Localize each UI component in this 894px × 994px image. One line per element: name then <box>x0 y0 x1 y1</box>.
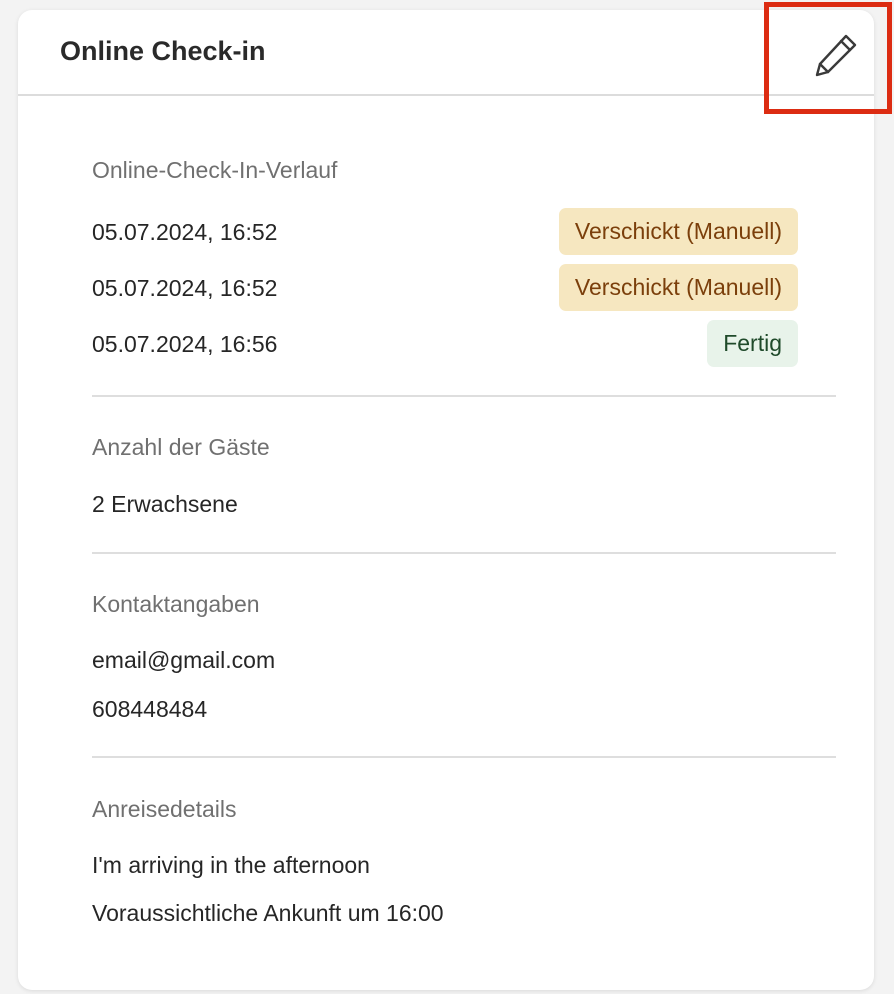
guests-label: Anzahl der Gäste <box>92 434 270 460</box>
pencil-icon <box>815 34 857 77</box>
guests-value: 2 Erwachsene <box>92 491 238 517</box>
arrival-note: I'm arriving in the afternoon <box>92 852 370 878</box>
online-checkin-card: Online Check-in Online-Check-In-Verlauf … <box>18 10 874 990</box>
contact-label: Kontaktangaben <box>92 591 260 617</box>
status-badge: Verschickt (Manuell) <box>558 264 798 311</box>
card-title: Online Check-in <box>60 36 266 66</box>
card-header: Online Check-in <box>18 10 874 96</box>
edit-button[interactable] <box>764 2 892 114</box>
history-label: Online-Check-In-Verlauf <box>92 157 338 183</box>
contact-phone: 608448484 <box>92 696 208 722</box>
section-divider <box>92 552 836 554</box>
arrival-label: Anreisedetails <box>92 796 237 822</box>
history-timestamp: 05.07.2024, 16:56 <box>92 331 278 357</box>
contact-email: email@gmail.com <box>92 647 276 673</box>
section-divider <box>92 395 836 397</box>
arrival-eta: Voraussichtliche Ankunft um 16:00 <box>92 900 444 926</box>
history-timestamp: 05.07.2024, 16:52 <box>92 219 278 245</box>
status-badge: Verschickt (Manuell) <box>558 208 798 255</box>
section-divider <box>92 756 836 758</box>
history-timestamp: 05.07.2024, 16:52 <box>92 275 278 301</box>
status-badge: Fertig <box>707 320 798 367</box>
